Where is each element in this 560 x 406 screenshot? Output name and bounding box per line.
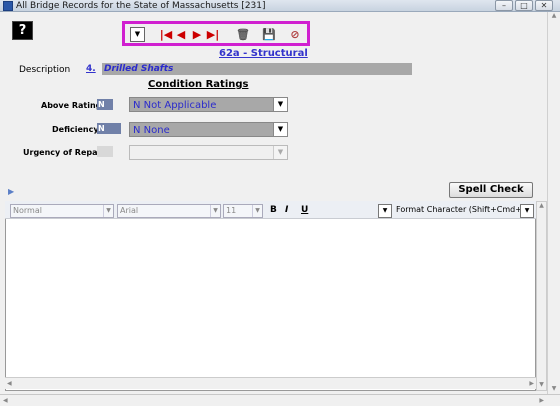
scroll-left-icon[interactable]: ◀ bbox=[3, 395, 8, 406]
above-rating-value: N Not Applicable bbox=[133, 100, 217, 111]
save-icon[interactable]: 💾 bbox=[261, 27, 277, 42]
deficiency-label: Deficiency bbox=[52, 125, 99, 134]
first-record-icon[interactable]: |◀ bbox=[159, 27, 173, 42]
chevron-down-icon: ▼ bbox=[273, 146, 287, 159]
font-size-combo[interactable]: 11 ▼ bbox=[223, 204, 263, 218]
above-rating-code: N bbox=[97, 99, 113, 110]
chevron-down-icon[interactable]: ▼ bbox=[103, 205, 113, 217]
deficiency-value: N None bbox=[133, 125, 170, 136]
deficiency-select[interactable]: N None ▼ bbox=[129, 122, 288, 137]
maximize-button[interactable]: □ bbox=[515, 0, 533, 11]
font-combo[interactable]: Arial ▼ bbox=[117, 204, 221, 218]
scroll-down-icon[interactable]: ▼ bbox=[537, 381, 546, 388]
scroll-up-icon[interactable]: ▲ bbox=[537, 202, 546, 209]
record-dropdown-button[interactable]: ▼ bbox=[130, 27, 145, 42]
app-icon bbox=[3, 1, 13, 11]
font-size-value: 11 bbox=[226, 206, 237, 215]
minimize-button[interactable]: – bbox=[495, 0, 513, 11]
expand-arrow-icon[interactable]: ▶ bbox=[8, 187, 14, 196]
delete-icon[interactable]: 🗑 bbox=[235, 27, 251, 42]
next-record-icon[interactable]: ▶ bbox=[191, 27, 203, 42]
close-button[interactable]: ✕ bbox=[535, 0, 553, 11]
deficiency-code: N bbox=[97, 123, 121, 134]
chevron-down-icon[interactable]: ▼ bbox=[252, 205, 262, 217]
scroll-right-icon[interactable]: ▶ bbox=[539, 395, 544, 406]
help-icon[interactable]: ? bbox=[12, 21, 33, 40]
editor-vertical-scrollbar[interactable]: ▲ ▼ bbox=[536, 201, 547, 391]
bold-button[interactable]: B bbox=[270, 204, 277, 216]
condition-ratings-heading: Condition Ratings bbox=[148, 79, 249, 90]
underline-button[interactable]: U bbox=[301, 204, 308, 216]
previous-record-icon[interactable]: ◀ bbox=[175, 27, 187, 42]
editor-content[interactable] bbox=[8, 222, 528, 372]
above-rating-label: Above Rating bbox=[41, 101, 102, 110]
italic-button[interactable]: I bbox=[285, 204, 288, 216]
editor-toolbar: Normal ▼ Arial ▼ 11 ▼ B I U ▼ Format Cha… bbox=[5, 201, 536, 219]
window-title: All Bridge Records for the State of Mass… bbox=[16, 1, 266, 11]
chevron-down-icon[interactable]: ▼ bbox=[210, 205, 220, 217]
style-combo[interactable]: Normal ▼ bbox=[10, 204, 114, 218]
above-rating-select[interactable]: N Not Applicable ▼ bbox=[129, 97, 288, 112]
format-character-dropdown[interactable]: ▼ bbox=[520, 204, 534, 218]
window-vertical-scrollbar[interactable]: ▲ ▼ bbox=[547, 12, 560, 394]
record-navigation-toolbar: ▼ |◀ ◀ ▶ ▶| 🗑 💾 ⊘ bbox=[122, 21, 310, 46]
font-value: Arial bbox=[120, 206, 139, 215]
scroll-left-icon[interactable]: ◀ bbox=[7, 378, 12, 389]
description-label: Description bbox=[19, 65, 71, 75]
scroll-down-icon[interactable]: ▼ bbox=[548, 385, 560, 392]
chevron-down-icon[interactable]: ▼ bbox=[521, 205, 533, 217]
scroll-up-icon[interactable]: ▲ bbox=[548, 12, 560, 19]
spell-check-button[interactable]: Spell Check bbox=[449, 182, 533, 198]
description-field[interactable]: Drilled Shafts bbox=[102, 63, 412, 75]
description-number[interactable]: 4. bbox=[86, 64, 96, 74]
urgency-code bbox=[97, 146, 113, 157]
section-link[interactable]: 62a - Structural bbox=[219, 48, 308, 59]
chevron-down-icon[interactable]: ▼ bbox=[273, 123, 287, 136]
scroll-right-icon[interactable]: ▶ bbox=[529, 378, 534, 389]
urgency-select: ▼ bbox=[129, 145, 288, 160]
last-record-icon[interactable]: ▶| bbox=[205, 27, 221, 42]
editor-horizontal-scrollbar[interactable]: ◀ ▶ bbox=[5, 377, 536, 389]
format-menu-dropdown[interactable]: ▼ bbox=[378, 204, 392, 218]
cancel-edit-icon[interactable]: ⊘ bbox=[287, 27, 303, 42]
urgency-label: Urgency of Repair bbox=[23, 148, 105, 157]
format-character-label: Format Character (Shift+Cmd+F) bbox=[396, 205, 530, 214]
title-bar: All Bridge Records for the State of Mass… bbox=[0, 0, 560, 12]
chevron-down-icon[interactable]: ▼ bbox=[379, 205, 391, 217]
chevron-down-icon[interactable]: ▼ bbox=[273, 98, 287, 111]
style-value: Normal bbox=[13, 206, 42, 215]
window-horizontal-scrollbar[interactable]: ◀ ▶ bbox=[0, 394, 560, 406]
